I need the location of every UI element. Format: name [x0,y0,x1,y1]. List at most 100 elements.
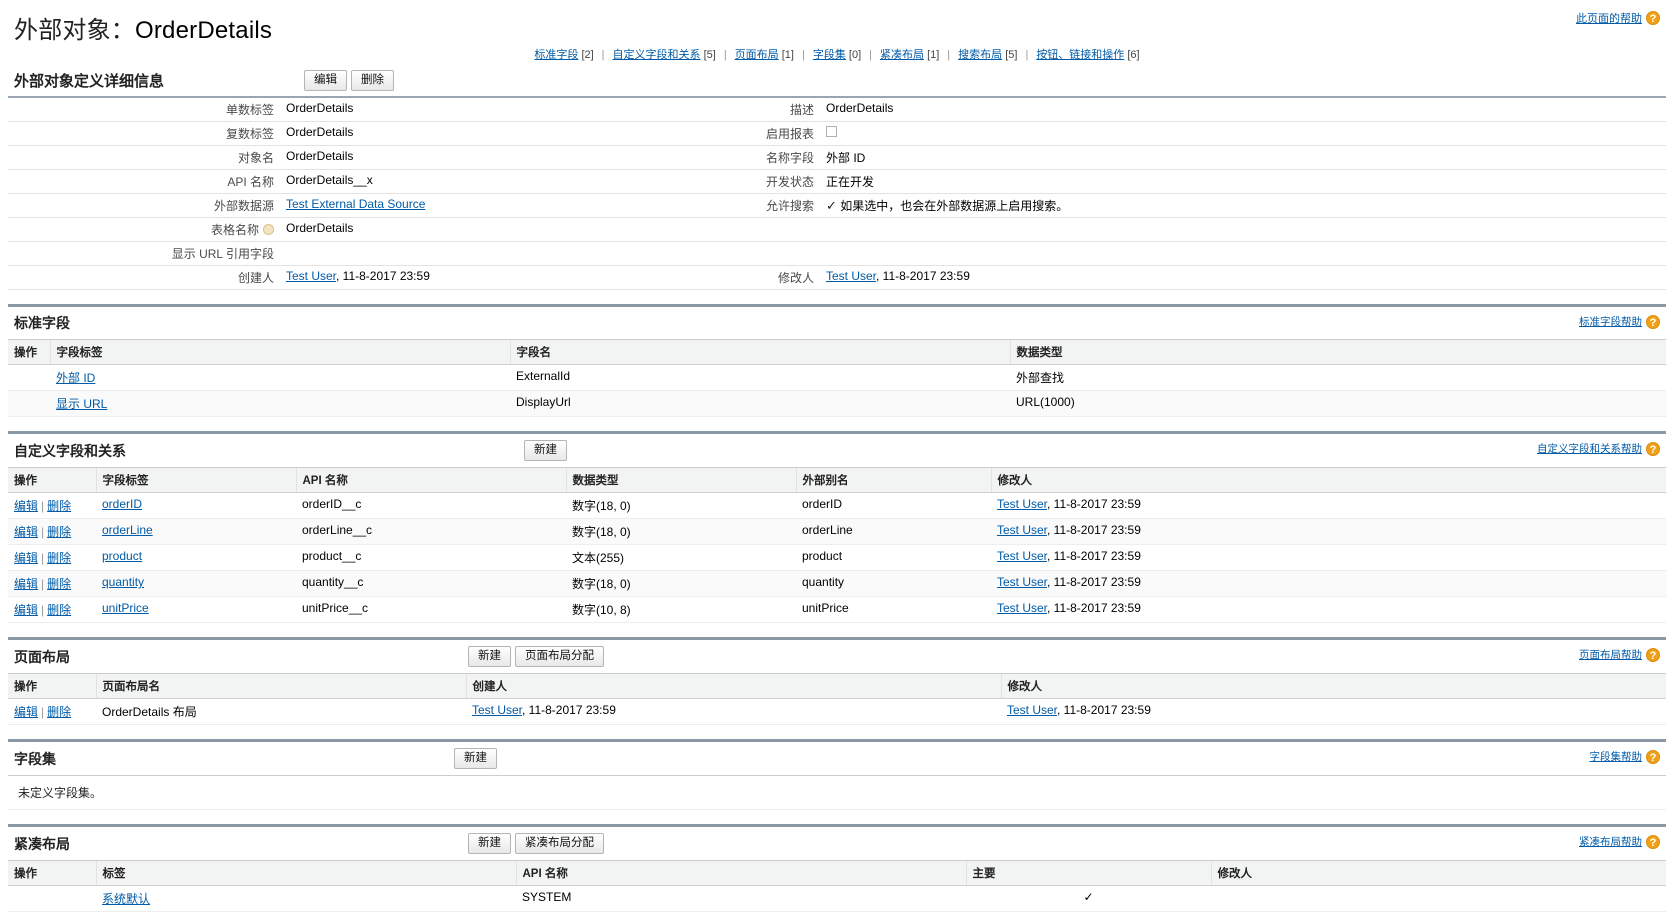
compact-layout-link[interactable]: 系统默认 [102,892,150,906]
edit-link[interactable]: 编辑 [14,705,38,719]
quick-link-standard-fields[interactable]: 标准字段 [534,49,578,61]
quick-link-search-layouts[interactable]: 搜索布局 [958,49,1002,61]
field-sets-help[interactable]: 字段集帮助 ? [1590,749,1660,764]
detail-value [278,242,638,266]
field-link[interactable]: orderLine [102,523,153,537]
standard-fields-panel: 标准字段 标准字段帮助 ? 操作 字段标签 字段名 数据类型 外部 ID Ext… [8,304,1666,417]
quick-link-compact-layouts[interactable]: 紧凑布局 [880,49,924,61]
field-link-external-id[interactable]: 外部 ID [56,371,95,385]
quick-link-item[interactable]: 字段集 [0] [813,49,861,61]
field-link[interactable]: unitPrice [102,601,149,615]
detail-section-title: 外部对象定义详细信息 [14,73,165,90]
detail-row: 单数标签 OrderDetails 描述 OrderDetails [8,98,1666,122]
field-sets-help-link[interactable]: 字段集帮助 [1590,749,1643,764]
question-mark-icon[interactable]: ? [1646,834,1660,849]
modified-by-link[interactable]: Test User [1007,703,1057,717]
compact-layouts-help-link[interactable]: 紧凑布局帮助 [1579,834,1642,849]
detail-label: 复数标签 [225,127,274,141]
new-button[interactable]: 新建 [524,440,567,461]
delete-link[interactable]: 删除 [47,577,71,591]
field-link[interactable]: product [102,549,142,563]
table-row: 显示 URL DisplayUrl URL(1000) [8,390,1666,417]
delete-link[interactable]: 删除 [47,525,71,539]
column-header-modified-by: 修改人 [991,468,1666,493]
question-mark-icon[interactable]: ? [1646,441,1660,456]
edit-link[interactable]: 编辑 [14,499,38,513]
new-button[interactable]: 新建 [454,748,497,769]
modified-by-link[interactable]: Test User [997,523,1047,537]
quick-link-item[interactable]: 按钮、链接和操作 [6] [1036,49,1139,61]
quick-link-item[interactable]: 搜索布局 [5] [958,49,1017,61]
compact-layout-assignment-button[interactable]: 紧凑布局分配 [515,833,604,854]
detail-value: OrderDetails [826,101,894,115]
delete-link[interactable]: 删除 [47,551,71,565]
row-field-name: ExternalId [510,364,1010,391]
custom-fields-help[interactable]: 自定义字段和关系帮助 ? [1537,441,1660,456]
modified-by-link[interactable]: Test User [997,601,1047,615]
question-mark-icon[interactable]: ? [1646,11,1660,25]
question-mark-icon[interactable]: ? [1646,647,1660,662]
standard-fields-header: 标准字段 标准字段帮助 ? [8,307,1666,340]
created-at: , 11-8-2017 23:59 [522,703,616,717]
modified-by-link[interactable]: Test User [826,269,876,283]
modified-by-link[interactable]: Test User [997,549,1047,563]
detail-label: 表格名称 [8,218,278,242]
modified-by-link[interactable]: Test User [997,497,1047,511]
standard-fields-help[interactable]: 标准字段帮助 ? [1579,314,1660,329]
quick-link-field-sets[interactable]: 字段集 [813,49,846,61]
question-mark-icon[interactable]: ? [1646,314,1660,329]
column-header-external-alias: 外部别名 [796,468,992,493]
field-link-display-url[interactable]: 显示 URL [56,397,107,411]
quick-link-page-layouts[interactable]: 页面布局 [735,49,779,61]
column-header-data-type: 数据类型 [1010,340,1666,365]
row-actions: 编辑 | 删除 [8,518,96,545]
external-data-source-link[interactable]: Test External Data Source [286,197,425,211]
modified-at: , 11-8-2017 23:59 [1047,601,1141,615]
new-button[interactable]: 新建 [468,646,511,667]
created-by-link[interactable]: Test User [286,269,336,283]
quick-link-custom-fields[interactable]: 自定义字段和关系 [613,49,701,61]
field-link[interactable]: orderID [102,497,142,511]
info-icon[interactable] [263,224,274,235]
row-actions: 编辑 | 删除 [8,544,96,571]
separator: | [801,49,805,61]
delete-link[interactable]: 删除 [47,603,71,617]
row-data-type: 外部查找 [1010,364,1666,391]
created-by-link[interactable]: Test User [472,703,522,717]
modified-by-link[interactable]: Test User [997,575,1047,589]
delete-link[interactable]: 删除 [47,705,71,719]
edit-link[interactable]: 编辑 [14,525,38,539]
standard-fields-help-link[interactable]: 标准字段帮助 [1579,314,1642,329]
enable-reports-checkbox[interactable] [826,126,837,137]
page-help[interactable]: 此页面的帮助 ? [1576,10,1660,26]
edit-link[interactable]: 编辑 [14,603,38,617]
custom-fields-help-link[interactable]: 自定义字段和关系帮助 [1537,441,1642,456]
quick-link-item[interactable]: 自定义字段和关系 [5] [613,49,716,61]
edit-link[interactable]: 编辑 [14,551,38,565]
row-field-label: product [96,544,296,571]
delete-button[interactable]: 删除 [351,70,395,91]
edit-button[interactable]: 编辑 [304,70,348,91]
quick-link-buttons-links-actions[interactable]: 按钮、链接和操作 [1036,49,1124,61]
page-layout-assignment-button[interactable]: 页面布局分配 [515,646,604,667]
quick-link-count: [1] [781,49,794,61]
field-sets-buttons: 新建 [454,748,497,769]
delete-link[interactable]: 删除 [47,499,71,513]
separator: | [41,551,45,565]
page-layouts-help[interactable]: 页面布局帮助 ? [1579,647,1660,662]
field-link[interactable]: quantity [102,575,144,589]
compact-layouts-help[interactable]: 紧凑布局帮助 ? [1579,834,1660,849]
page-help-link[interactable]: 此页面的帮助 [1576,10,1642,26]
edit-link[interactable]: 编辑 [14,577,38,591]
page-layouts-help-link[interactable]: 页面布局帮助 [1579,647,1642,662]
quick-link-item[interactable]: 页面布局 [1] [735,49,794,61]
question-mark-icon[interactable]: ? [1646,749,1660,764]
column-header-action: 操作 [8,861,97,886]
quick-link-item[interactable]: 紧凑布局 [1] [880,49,939,61]
table-row: 编辑 | 删除 orderLine orderLine__c 数字(18, 0) o… [8,518,1666,545]
row-external-alias: orderLine [796,518,991,545]
new-button[interactable]: 新建 [468,833,511,854]
quick-link-item[interactable]: 标准字段 [2] [534,49,593,61]
detail-label [638,242,818,266]
page-layouts-table: 操作 页面布局名 创建人 修改人 编辑 | 删除 OrderDetails 布局 T… [8,674,1666,725]
